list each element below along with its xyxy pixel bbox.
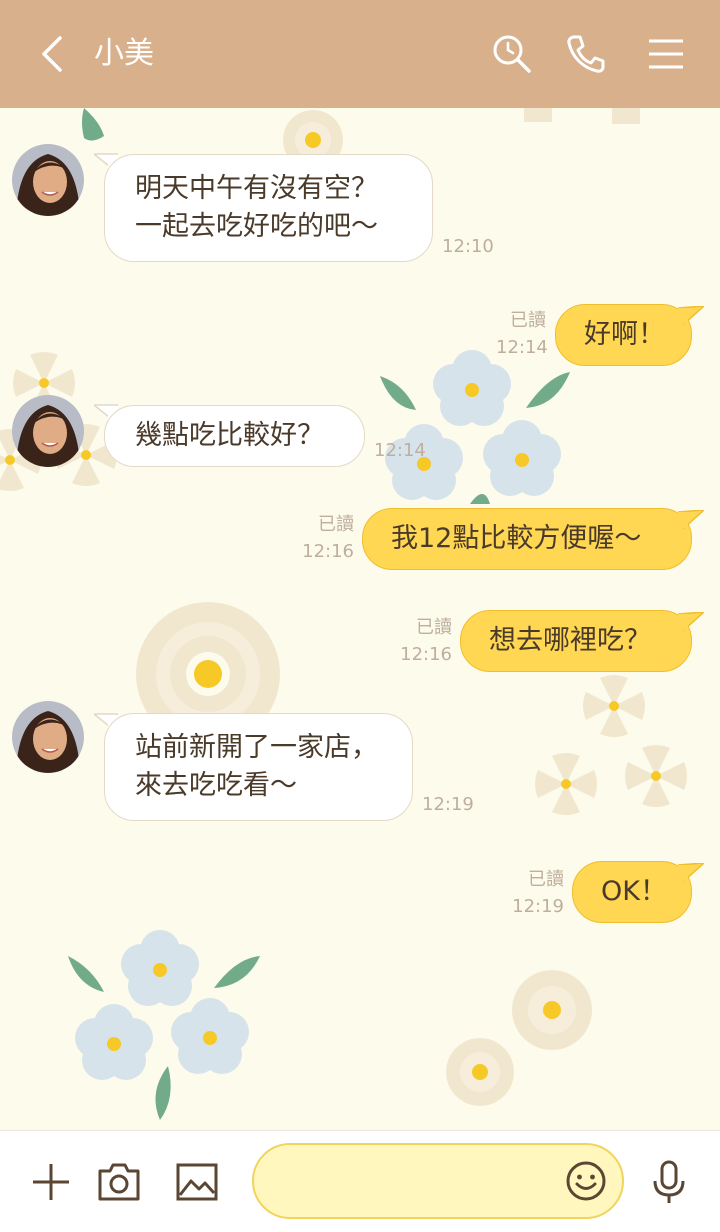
bubble-tail (678, 306, 704, 326)
phone-icon (567, 35, 605, 73)
call-button[interactable] (564, 32, 608, 76)
outgoing-message[interactable]: 我12點比較方便喔～ (362, 508, 692, 570)
bubble-tail (678, 510, 704, 530)
message-text: 好啊！ (584, 319, 665, 350)
avatar-photo (12, 395, 84, 467)
message-time: 12:19 (512, 896, 564, 917)
image-icon (176, 1163, 218, 1201)
message-time: 12:14 (496, 337, 548, 358)
bubble-tail (678, 863, 704, 883)
menu-icon (649, 39, 683, 69)
emoji-icon (566, 1161, 606, 1201)
read-status: 已讀 (318, 514, 354, 535)
microphone-icon (653, 1160, 685, 1203)
incoming-message[interactable]: 幾點吃比較好？ (104, 405, 365, 467)
message-text: OK！ (601, 876, 667, 907)
chat-area[interactable]: 明天中午有沒有空？ 一起去吃好吃的吧～ 12:10 已讀 12:14 好啊！ 幾… (0, 108, 720, 1130)
message-input[interactable] (252, 1143, 624, 1219)
search-icon (493, 35, 531, 73)
search-button[interactable] (490, 32, 534, 76)
outgoing-message[interactable]: 好啊！ (555, 304, 692, 366)
contact-avatar[interactable] (12, 701, 84, 773)
message-text: 想去哪裡吃？ (489, 625, 651, 656)
message-time: 12:10 (442, 236, 494, 257)
outgoing-message[interactable]: OK！ (572, 861, 692, 923)
bubble-tail (678, 612, 704, 632)
message-composer (0, 1130, 720, 1232)
contact-avatar[interactable] (12, 395, 84, 467)
back-button[interactable] (36, 34, 72, 74)
message-time: 12:19 (422, 794, 474, 815)
outgoing-message[interactable]: 想去哪裡吃？ (460, 610, 692, 672)
add-button[interactable] (28, 1159, 74, 1205)
plus-icon (33, 1164, 69, 1200)
camera-button[interactable] (96, 1159, 142, 1205)
avatar-photo (12, 701, 84, 773)
message-text: 我12點比較方便喔～ (391, 523, 642, 554)
emoji-button[interactable] (564, 1159, 608, 1203)
message-line: 明天中午有沒有空？ (135, 173, 378, 204)
incoming-message[interactable]: 站前新開了一家店， 來去吃吃看～ (104, 713, 413, 821)
message-time: 12:16 (400, 644, 452, 665)
voice-button[interactable] (646, 1159, 692, 1205)
message-time: 12:14 (374, 440, 426, 461)
camera-icon (98, 1163, 140, 1201)
message-line: 一起去吃好吃的吧～ (135, 211, 378, 242)
contact-avatar[interactable] (12, 144, 84, 216)
menu-button[interactable] (644, 32, 688, 76)
message-time: 12:16 (302, 541, 354, 562)
read-status: 已讀 (416, 617, 452, 638)
incoming-message[interactable]: 明天中午有沒有空？ 一起去吃好吃的吧～ (104, 154, 433, 262)
read-status: 已讀 (528, 869, 564, 890)
avatar-photo (12, 144, 84, 216)
message-line: 站前新開了一家店， (135, 732, 378, 763)
image-button[interactable] (174, 1159, 220, 1205)
chat-header: 小美 (0, 0, 720, 108)
read-status: 已讀 (510, 310, 546, 331)
back-chevron-icon (42, 36, 62, 72)
message-line: 來去吃吃看～ (135, 770, 297, 801)
chat-title: 小美 (94, 36, 154, 71)
message-line: 幾點吃比較好？ (135, 420, 324, 451)
